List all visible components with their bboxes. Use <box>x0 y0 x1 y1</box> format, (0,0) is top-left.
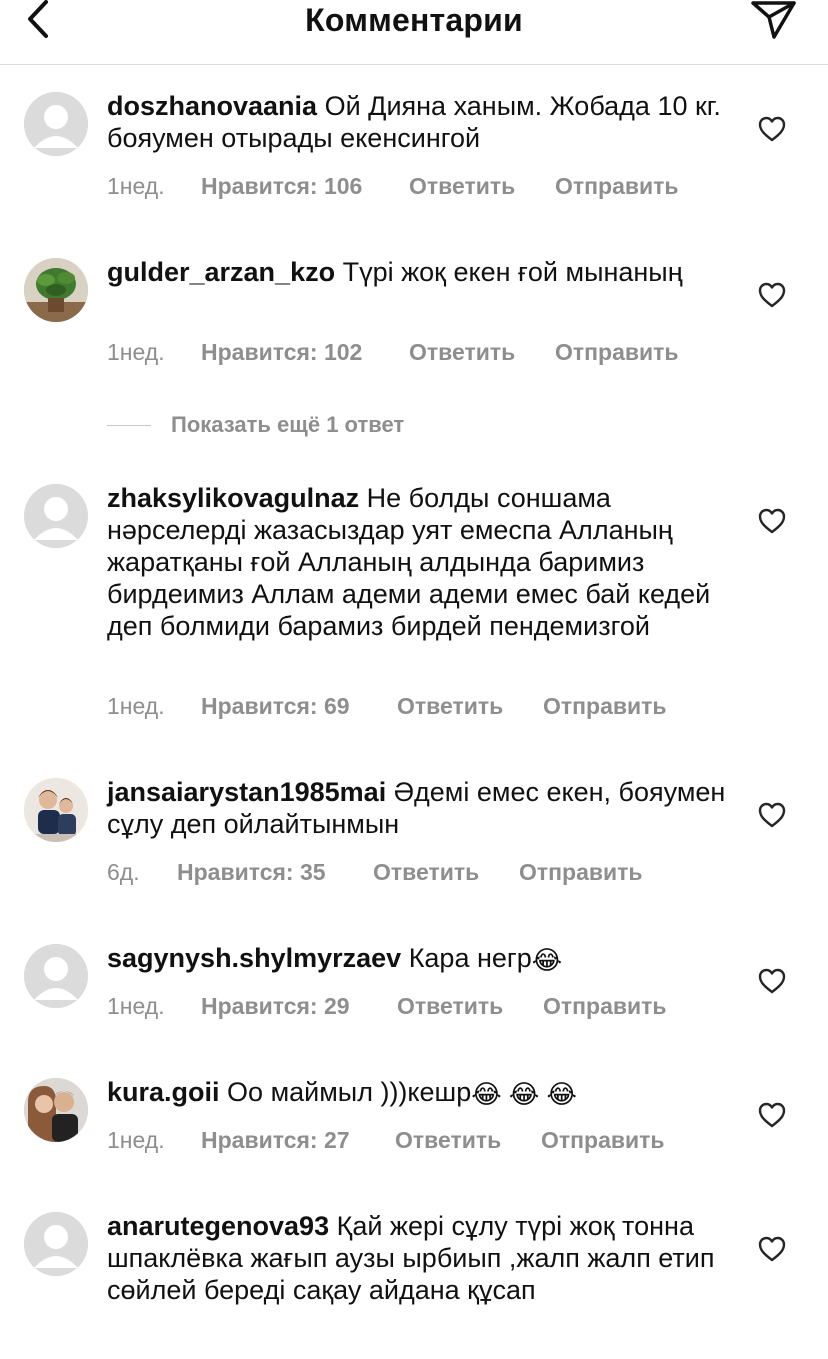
like-button[interactable] <box>758 508 786 534</box>
comment-time: 1нед. <box>107 693 165 719</box>
reply-button[interactable]: Ответить <box>395 1126 501 1154</box>
heart-outline-icon <box>758 508 786 534</box>
comment-username[interactable]: kura.goii <box>107 1077 220 1107</box>
share-button[interactable] <box>750 0 798 40</box>
likes-count[interactable]: Нравится: 106 <box>201 172 362 200</box>
laughing-emoji: 😂 <box>531 945 563 975</box>
reply-button[interactable]: Ответить <box>397 992 503 1020</box>
send-button[interactable]: Отправить <box>555 172 679 200</box>
page-title: Комментарии <box>305 2 523 38</box>
comment-text: kura.goii Оо маймыл )))кешр😂 😂 😂 <box>107 1076 737 1108</box>
comment-time: 6д. <box>107 859 140 885</box>
comment-text: gulder_arzan_kzo Түрі жоқ екен ғой мынан… <box>107 256 737 288</box>
comment-time: 1нед. <box>107 1127 165 1153</box>
comment-username[interactable]: zhaksylikovagulnaz <box>107 483 359 513</box>
comment-username[interactable]: sagynysh.shylmyrzaev <box>107 943 401 973</box>
heart-outline-icon <box>758 968 786 994</box>
avatar[interactable] <box>24 92 88 156</box>
comment-meta: 6д. Нравится: 35 Ответить Отправить <box>107 858 643 886</box>
comment-username[interactable]: doszhanovaania <box>107 91 317 121</box>
comment-meta: 1нед. Нравится: 69 Ответить Отправить <box>107 692 667 720</box>
plant-photo-avatar <box>24 258 88 322</box>
send-button[interactable]: Отправить <box>543 992 667 1020</box>
reply-divider-line <box>107 425 151 426</box>
comment-time: 1нед. <box>107 173 165 199</box>
comment-meta: 1нед. Нравится: 29 Ответить Отправить <box>107 992 667 1020</box>
heart-outline-icon <box>758 802 786 828</box>
comment-text: doszhanovaania Ой Дияна ханым. Жобада 10… <box>107 90 737 154</box>
children-photo-avatar <box>24 778 88 842</box>
like-button[interactable] <box>758 802 786 828</box>
send-button[interactable]: Отправить <box>543 692 667 720</box>
reply-button[interactable]: Ответить <box>373 858 479 886</box>
reply-button[interactable]: Ответить <box>397 692 503 720</box>
default-avatar-icon <box>24 92 88 156</box>
avatar[interactable] <box>24 484 88 548</box>
comment-body: Түрі жоқ екен ғой мынаның <box>342 257 683 287</box>
send-button[interactable]: Отправить <box>519 858 643 886</box>
laughing-emoji: 😂 😂 😂 <box>471 1079 577 1109</box>
like-button[interactable] <box>758 282 786 308</box>
comment-meta: 1нед. Нравится: 102 Ответить Отправить <box>107 338 679 366</box>
heart-outline-icon <box>758 1236 786 1262</box>
avatar[interactable] <box>24 944 88 1008</box>
default-avatar-icon <box>24 484 88 548</box>
comment-username[interactable]: jansaiarystan1985mai <box>107 777 386 807</box>
avatar[interactable] <box>24 1212 88 1276</box>
comment-time: 1нед. <box>107 993 165 1019</box>
avatar[interactable] <box>24 258 88 322</box>
comment-username[interactable]: gulder_arzan_kzo <box>107 257 335 287</box>
comment-text: sagynysh.shylmyrzaev Кара негр😂 <box>107 942 737 974</box>
comment-text: anarutegenova93 Қай жері сұлу түрі жоқ т… <box>107 1210 737 1306</box>
show-more-replies-label: Показать ещё 1 ответ <box>171 412 405 437</box>
avatar[interactable] <box>24 778 88 842</box>
comment-time: 1нед. <box>107 339 165 365</box>
likes-count[interactable]: Нравится: 102 <box>201 338 362 366</box>
likes-count[interactable]: Нравится: 27 <box>201 1126 350 1154</box>
default-avatar-icon <box>24 944 88 1008</box>
comment-meta: 1нед. Нравится: 106 Ответить Отправить <box>107 172 679 200</box>
paper-plane-icon <box>751 1 796 39</box>
like-button[interactable] <box>758 116 786 142</box>
send-button[interactable]: Отправить <box>555 338 679 366</box>
default-avatar-icon <box>24 1212 88 1276</box>
heart-outline-icon <box>758 282 786 308</box>
comment-text: zhaksylikovagulnaz Не болды соншама нәрс… <box>107 482 737 642</box>
comment-meta: 1нед. Нравится: 27 Ответить Отправить <box>107 1126 665 1154</box>
like-button[interactable] <box>758 968 786 994</box>
reply-button[interactable]: Ответить <box>409 172 515 200</box>
comment-text: jansaiarystan1985mai Әдемі емес екен, бо… <box>107 776 737 840</box>
comment-body: Кара негр <box>408 943 532 973</box>
heart-outline-icon <box>758 116 786 142</box>
likes-count[interactable]: Нравится: 69 <box>201 692 350 720</box>
like-button[interactable] <box>758 1236 786 1262</box>
avatar[interactable] <box>24 1078 88 1142</box>
reply-button[interactable]: Ответить <box>409 338 515 366</box>
likes-count[interactable]: Нравится: 29 <box>201 992 350 1020</box>
likes-count[interactable]: Нравится: 35 <box>177 858 326 886</box>
comment-body: Оо маймыл )))кешр <box>227 1077 472 1107</box>
send-button[interactable]: Отправить <box>541 1126 665 1154</box>
couple-photo-avatar <box>24 1078 88 1142</box>
comment-username[interactable]: anarutegenova93 <box>107 1211 329 1241</box>
header-bar: Комментарии <box>0 0 828 65</box>
heart-outline-icon <box>758 1102 786 1128</box>
like-button[interactable] <box>758 1102 786 1128</box>
